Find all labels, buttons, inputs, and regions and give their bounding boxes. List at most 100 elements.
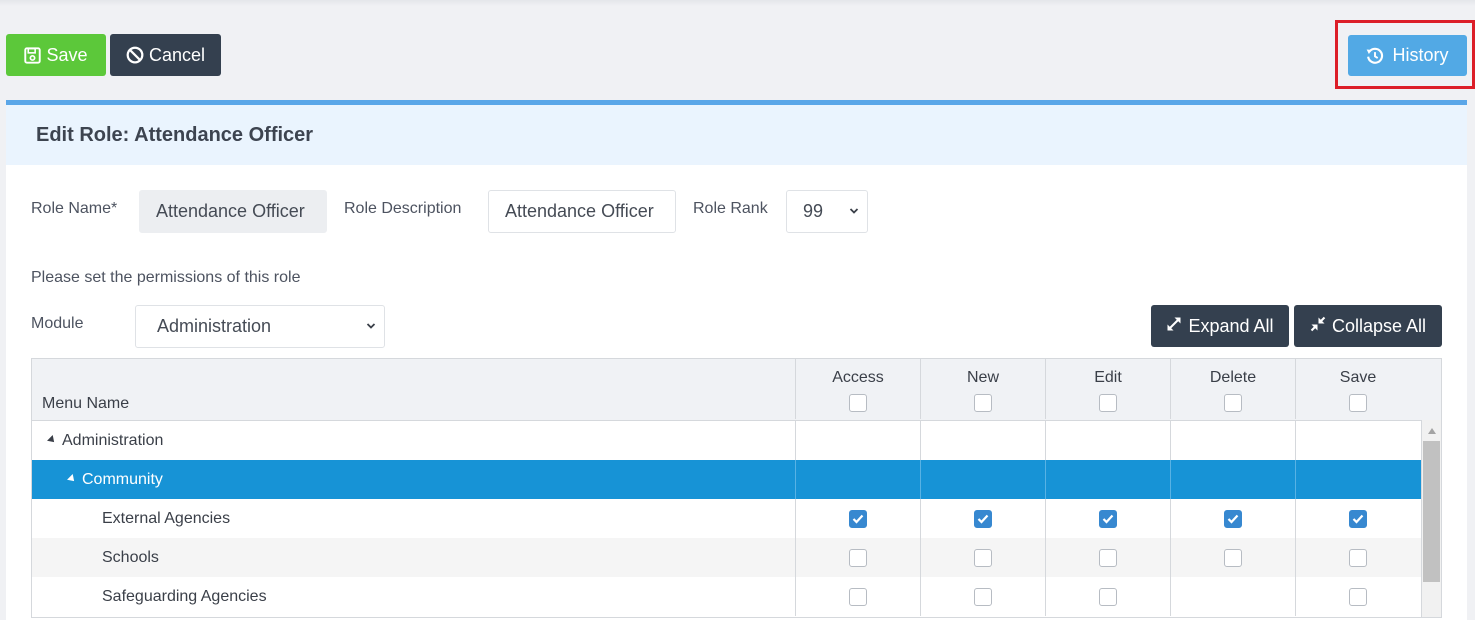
tree-row-label: Community <box>67 471 163 489</box>
grid-header: Menu Name Access New Edit Delete Save <box>32 359 1441 421</box>
compress-icon <box>1310 316 1326 337</box>
cell-save <box>1295 460 1420 499</box>
cell-edit <box>1045 577 1170 616</box>
tree-row-text: Community <box>82 471 163 488</box>
new-checkbox[interactable] <box>974 510 992 528</box>
cell-access <box>795 460 920 499</box>
select-all-save-checkbox[interactable] <box>1349 394 1367 412</box>
scroll-up-arrow-icon[interactable] <box>1428 428 1436 434</box>
save-button[interactable]: Save <box>6 34 106 76</box>
module-label: Module <box>31 315 84 332</box>
save-checkbox[interactable] <box>1349 510 1367 528</box>
edit-checkbox[interactable] <box>1099 588 1117 606</box>
cell-new <box>920 460 1045 499</box>
cell-access <box>795 538 920 577</box>
select-all-new-checkbox[interactable] <box>974 394 992 412</box>
collapse-arrow-icon[interactable] <box>47 435 57 445</box>
module-value: Administration <box>157 316 272 336</box>
new-checkbox[interactable] <box>974 588 992 606</box>
cell-edit <box>1045 460 1170 499</box>
tree-row-text: Schools <box>102 549 159 566</box>
role-rank-select[interactable]: 99 <box>786 190 868 233</box>
scrollbar-thumb[interactable] <box>1423 441 1440 582</box>
page-title: Edit Role: Attendance Officer <box>36 124 314 146</box>
column-title-new: New <box>966 369 999 386</box>
floppy-icon <box>24 46 42 64</box>
role-rank-value: 99 <box>803 201 824 221</box>
role-rank-label: Role Rank <box>693 200 768 217</box>
select-all-access-checkbox[interactable] <box>849 394 867 412</box>
tree-row[interactable]: External Agencies <box>32 499 1421 538</box>
cell-edit <box>1045 421 1170 460</box>
save-button-label: Save <box>46 44 88 65</box>
access-checkbox[interactable] <box>849 549 867 567</box>
permissions-grid: Menu Name Access New Edit Delete Save Admini… <box>31 358 1442 618</box>
access-checkbox[interactable] <box>849 588 867 606</box>
cancel-button-label: Cancel <box>148 44 206 65</box>
cell-new <box>920 538 1045 577</box>
tree-row-label: External Agencies <box>102 510 230 528</box>
role-description-field[interactable]: Attendance Officer <box>488 190 676 233</box>
column-header-edit: Edit <box>1045 359 1170 419</box>
column-title-save: Save <box>1339 369 1377 386</box>
tree-row-text: External Agencies <box>102 510 231 527</box>
new-checkbox[interactable] <box>974 549 992 567</box>
cell-new <box>920 421 1045 460</box>
column-title-access: Access <box>832 369 884 386</box>
role-description-value: Attendance Officer <box>505 201 654 221</box>
chevron-down-icon <box>366 323 376 329</box>
column-title-edit: Edit <box>1094 369 1122 386</box>
tree-row[interactable]: Safeguarding Agencies <box>32 577 1421 616</box>
panel-header: Edit Role: Attendance Officer <box>6 105 1467 165</box>
history-highlight-box <box>1335 20 1475 89</box>
role-name-field[interactable]: Attendance Officer <box>139 190 327 233</box>
tree-row-text: Safeguarding Agencies <box>102 588 267 605</box>
cell-access <box>795 421 920 460</box>
module-select[interactable]: Administration <box>135 305 385 348</box>
cell-delete <box>1170 460 1295 499</box>
cancel-button[interactable]: Cancel <box>110 34 221 76</box>
save-checkbox[interactable] <box>1349 588 1367 606</box>
chevron-down-icon <box>849 208 859 214</box>
save-checkbox[interactable] <box>1349 549 1367 567</box>
access-checkbox[interactable] <box>849 510 867 528</box>
collapse-arrow-icon[interactable] <box>67 474 77 484</box>
tree-row[interactable]: Schools <box>32 538 1421 577</box>
tree-row[interactable]: Administration <box>32 421 1421 460</box>
tree-row-label: Administration <box>47 432 164 450</box>
role-name-value: Attendance Officer <box>156 201 305 221</box>
cell-edit <box>1045 499 1170 538</box>
column-header-access: Access <box>795 359 920 419</box>
expand-icon <box>1166 316 1182 337</box>
edit-checkbox[interactable] <box>1099 549 1117 567</box>
cell-edit <box>1045 538 1170 577</box>
collapse-all-button[interactable]: Collapse All <box>1294 305 1442 347</box>
delete-checkbox[interactable] <box>1224 510 1242 528</box>
column-header-new: New <box>920 359 1045 419</box>
expand-all-button[interactable]: Expand All <box>1151 305 1289 347</box>
permissions-hint: Please set the permissions of this role <box>31 269 301 286</box>
cell-access <box>795 499 920 538</box>
ban-icon <box>126 46 144 64</box>
top-shade <box>0 0 1475 6</box>
select-all-delete-checkbox[interactable] <box>1224 394 1242 412</box>
cell-delete <box>1170 421 1295 460</box>
cell-delete <box>1170 499 1295 538</box>
delete-checkbox[interactable] <box>1224 549 1242 567</box>
tree-row-label: Safeguarding Agencies <box>102 588 267 606</box>
vertical-scrollbar[interactable] <box>1421 420 1441 617</box>
edit-checkbox[interactable] <box>1099 510 1117 528</box>
column-header-save: Save <box>1295 359 1420 419</box>
cell-save <box>1295 499 1420 538</box>
select-all-edit-checkbox[interactable] <box>1099 394 1117 412</box>
tree-row-selected[interactable]: Community <box>32 460 1421 499</box>
column-header-delete: Delete <box>1170 359 1295 419</box>
collapse-all-label: Collapse All <box>1331 315 1427 336</box>
tree-row-text: Administration <box>62 432 164 449</box>
role-name-label: Role Name* <box>31 200 118 217</box>
cell-new <box>920 499 1045 538</box>
cell-access <box>795 577 920 616</box>
cell-save <box>1295 538 1420 577</box>
cell-save <box>1295 421 1420 460</box>
cell-save <box>1295 577 1420 616</box>
